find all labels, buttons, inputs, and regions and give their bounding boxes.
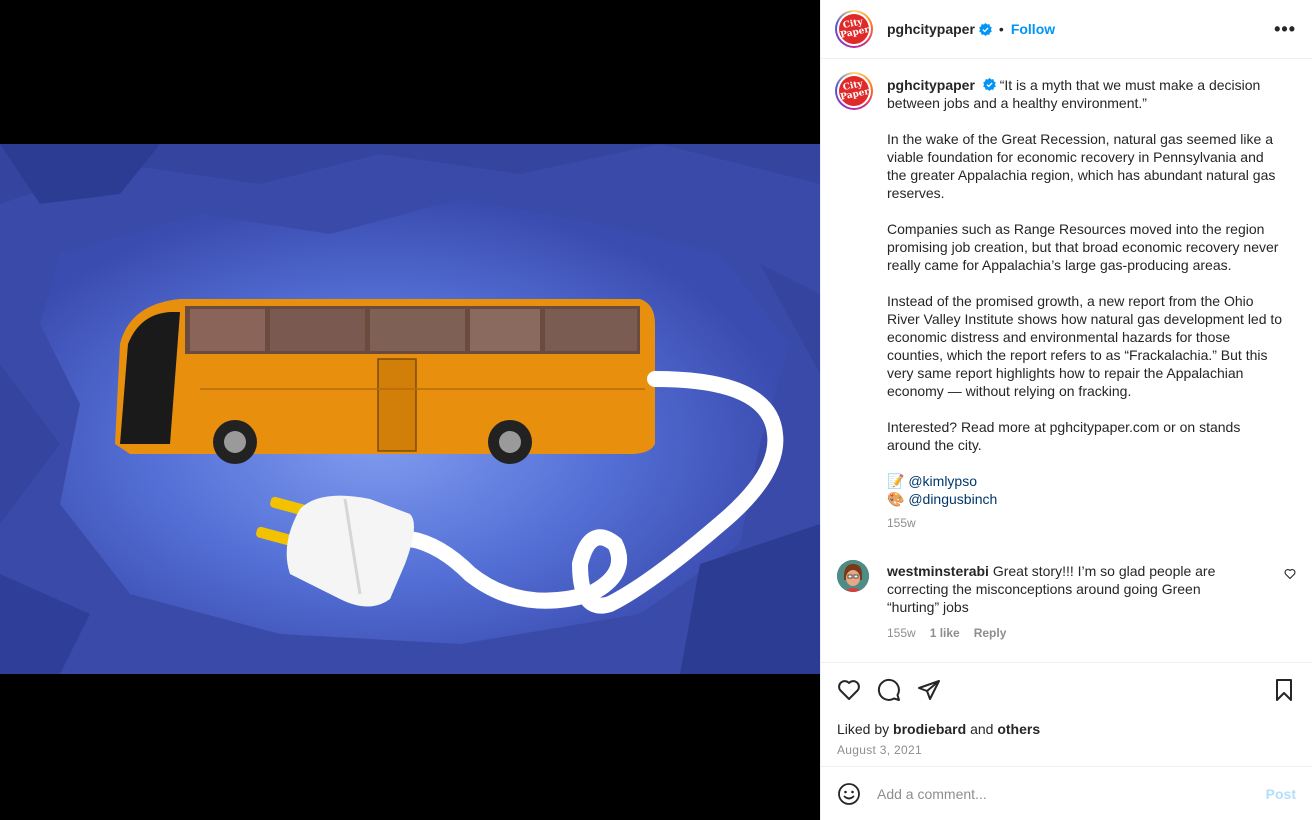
commenter-username[interactable]: westminsterabi: [887, 563, 989, 579]
caption-username[interactable]: pghcitypaper: [887, 77, 975, 93]
comment-bubble-icon[interactable]: [877, 678, 901, 702]
verified-badge-icon: [979, 22, 992, 36]
comments-scroll-area[interactable]: City Paper pghcitypaper “It is a myth th…: [821, 60, 1312, 662]
post-sidebar: City Paper pghcitypaper • Follow ••• Cit…: [820, 0, 1312, 820]
city-paper-logo: City Paper: [836, 73, 872, 109]
caption-paragraph: In the wake of the Great Recession, natu…: [887, 131, 1276, 201]
caption-paragraph: Interested? Read more at pghcitypaper.co…: [887, 419, 1241, 453]
cartoon-face-icon: [837, 560, 869, 592]
liked-by-user[interactable]: brodiebard: [893, 721, 966, 737]
memo-emoji-icon: 📝: [887, 473, 905, 489]
post-image-bus-plug: [0, 144, 820, 674]
credit-line: 🎨 @dingusbinch: [887, 490, 1287, 508]
header-separator: •: [998, 21, 1004, 37]
mention-link[interactable]: @dingusbinch: [908, 491, 997, 507]
post-date[interactable]: August 3, 2021: [837, 743, 1296, 757]
mention-link[interactable]: @kimlypso: [908, 473, 977, 489]
more-options-icon[interactable]: •••: [1274, 19, 1296, 40]
add-comment-bar: Post: [821, 766, 1312, 820]
emoji-smiley-icon[interactable]: [837, 782, 861, 806]
post-comment-button[interactable]: Post: [1266, 786, 1296, 802]
comment-item: westminsterabi Great story!!! I’m so gla…: [835, 560, 1296, 642]
reply-button[interactable]: Reply: [974, 626, 1007, 640]
caption: City Paper pghcitypaper “It is a myth th…: [835, 72, 1296, 532]
caption-paragraph: Companies such as Range Resources moved …: [887, 221, 1279, 273]
comment-input[interactable]: [877, 785, 1266, 802]
post-header: City Paper pghcitypaper • Follow •••: [821, 0, 1312, 59]
instagram-post: City Paper pghcitypaper • Follow ••• Cit…: [0, 0, 1312, 820]
author-avatar[interactable]: City Paper: [835, 10, 873, 48]
share-paper-plane-icon[interactable]: [917, 678, 941, 702]
save-bookmark-icon[interactable]: [1272, 678, 1296, 702]
caption-author-avatar[interactable]: City Paper: [835, 72, 873, 110]
comment-likes[interactable]: 1 like: [930, 626, 960, 640]
caption-paragraph: Instead of the promised growth, a new re…: [887, 293, 1283, 399]
liked-by: Liked by brodiebard and others: [837, 721, 1041, 737]
palette-emoji-icon: 🎨: [887, 491, 905, 507]
city-paper-logo: City Paper: [836, 11, 872, 47]
comment-age[interactable]: 155w: [887, 626, 916, 640]
verified-badge-icon: [982, 78, 996, 91]
liked-by-others[interactable]: others: [997, 721, 1040, 737]
credit-line: 📝 @kimlypso: [887, 472, 1287, 490]
post-actions: Liked by brodiebard and others August 3,…: [821, 662, 1312, 757]
comment-body: westminsterabi Great story!!! I’m so gla…: [887, 560, 1247, 642]
comment-meta: 155w 1 like Reply: [887, 624, 1247, 642]
like-heart-icon[interactable]: [837, 678, 861, 702]
caption-age[interactable]: 155w: [887, 514, 1287, 532]
bus-illustration: [115, 299, 655, 464]
author-username[interactable]: pghcitypaper: [887, 21, 975, 37]
comment-like-heart-icon[interactable]: [1284, 568, 1296, 580]
commenter-avatar[interactable]: [837, 560, 869, 592]
post-media[interactable]: [0, 0, 820, 820]
follow-button[interactable]: Follow: [1011, 21, 1055, 37]
caption-body: pghcitypaper “It is a myth that we must …: [887, 72, 1287, 532]
